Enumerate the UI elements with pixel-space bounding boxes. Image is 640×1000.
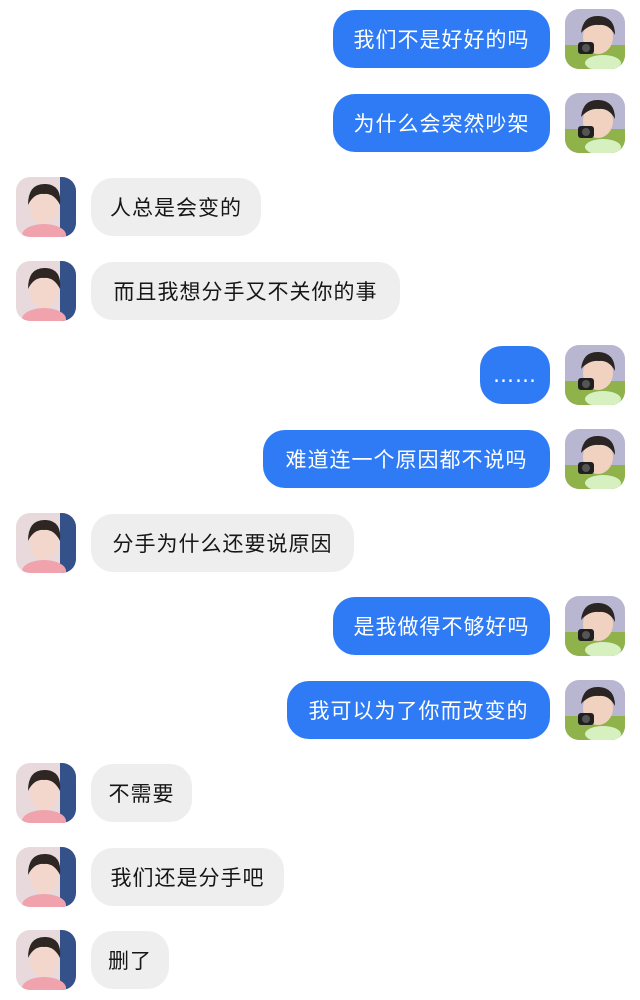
avatar-image [16, 513, 76, 573]
message-text: …… [493, 363, 537, 387]
my-avatar[interactable] [565, 596, 625, 656]
contact-avatar[interactable] [16, 763, 76, 823]
contact-avatar[interactable] [16, 177, 76, 237]
message-row: 我们还是分手吧 [0, 847, 640, 907]
message-text: 分手为什么还要说原因 [112, 532, 333, 556]
message-text: 而且我想分手又不关你的事 [113, 280, 378, 304]
message-row: 人总是会变的 [0, 177, 640, 237]
message-row: 我可以为了你而改变的 [0, 680, 640, 740]
avatar-image [565, 429, 625, 489]
my-avatar[interactable] [565, 93, 625, 153]
message-row: 不需要 [0, 763, 640, 823]
avatar-image [16, 261, 76, 321]
contact-avatar[interactable] [16, 513, 76, 573]
outgoing-message[interactable]: 我们不是好好的吗 [333, 10, 550, 68]
contact-avatar[interactable] [16, 930, 76, 990]
my-avatar[interactable] [565, 680, 625, 740]
message-text: 人总是会变的 [110, 196, 242, 220]
avatar-image [565, 93, 625, 153]
message-row: 为什么会突然吵架 [0, 93, 640, 153]
outgoing-message[interactable]: 为什么会突然吵架 [333, 94, 550, 152]
avatar-image [565, 596, 625, 656]
contact-avatar[interactable] [16, 847, 76, 907]
avatar-image [16, 847, 76, 907]
message-text: 不需要 [108, 782, 175, 806]
my-avatar[interactable] [565, 429, 625, 489]
message-text: 我可以为了你而改变的 [308, 699, 529, 723]
incoming-message[interactable]: 我们还是分手吧 [91, 848, 284, 906]
incoming-message[interactable]: 而且我想分手又不关你的事 [91, 262, 400, 320]
message-row: …… [0, 345, 640, 405]
incoming-message[interactable]: 删了 [91, 931, 169, 989]
message-text: 删了 [108, 949, 152, 973]
incoming-message[interactable]: 人总是会变的 [91, 178, 261, 236]
avatar-image [565, 345, 625, 405]
avatar-image [16, 930, 76, 990]
message-row: 难道连一个原因都不说吗 [0, 429, 640, 489]
message-text: 为什么会突然吵架 [353, 112, 530, 136]
message-text: 我们还是分手吧 [110, 866, 265, 890]
outgoing-message[interactable]: …… [480, 346, 550, 404]
message-row: 分手为什么还要说原因 [0, 513, 640, 573]
my-avatar[interactable] [565, 9, 625, 69]
my-avatar[interactable] [565, 345, 625, 405]
incoming-message[interactable]: 分手为什么还要说原因 [91, 514, 354, 572]
message-row: 我们不是好好的吗 [0, 9, 640, 69]
message-row: 是我做得不够好吗 [0, 596, 640, 656]
incoming-message[interactable]: 不需要 [91, 764, 192, 822]
outgoing-message[interactable]: 我可以为了你而改变的 [287, 681, 550, 739]
message-text: 我们不是好好的吗 [353, 28, 530, 52]
avatar-image [16, 763, 76, 823]
outgoing-message[interactable]: 难道连一个原因都不说吗 [263, 430, 550, 488]
avatar-image [565, 680, 625, 740]
message-row: 删了 [0, 930, 640, 990]
message-text: 是我做得不够好吗 [353, 615, 530, 639]
outgoing-message[interactable]: 是我做得不够好吗 [333, 597, 550, 655]
message-row: 而且我想分手又不关你的事 [0, 261, 640, 321]
avatar-image [565, 9, 625, 69]
contact-avatar[interactable] [16, 261, 76, 321]
message-text: 难道连一个原因都不说吗 [285, 448, 528, 472]
avatar-image [16, 177, 76, 237]
